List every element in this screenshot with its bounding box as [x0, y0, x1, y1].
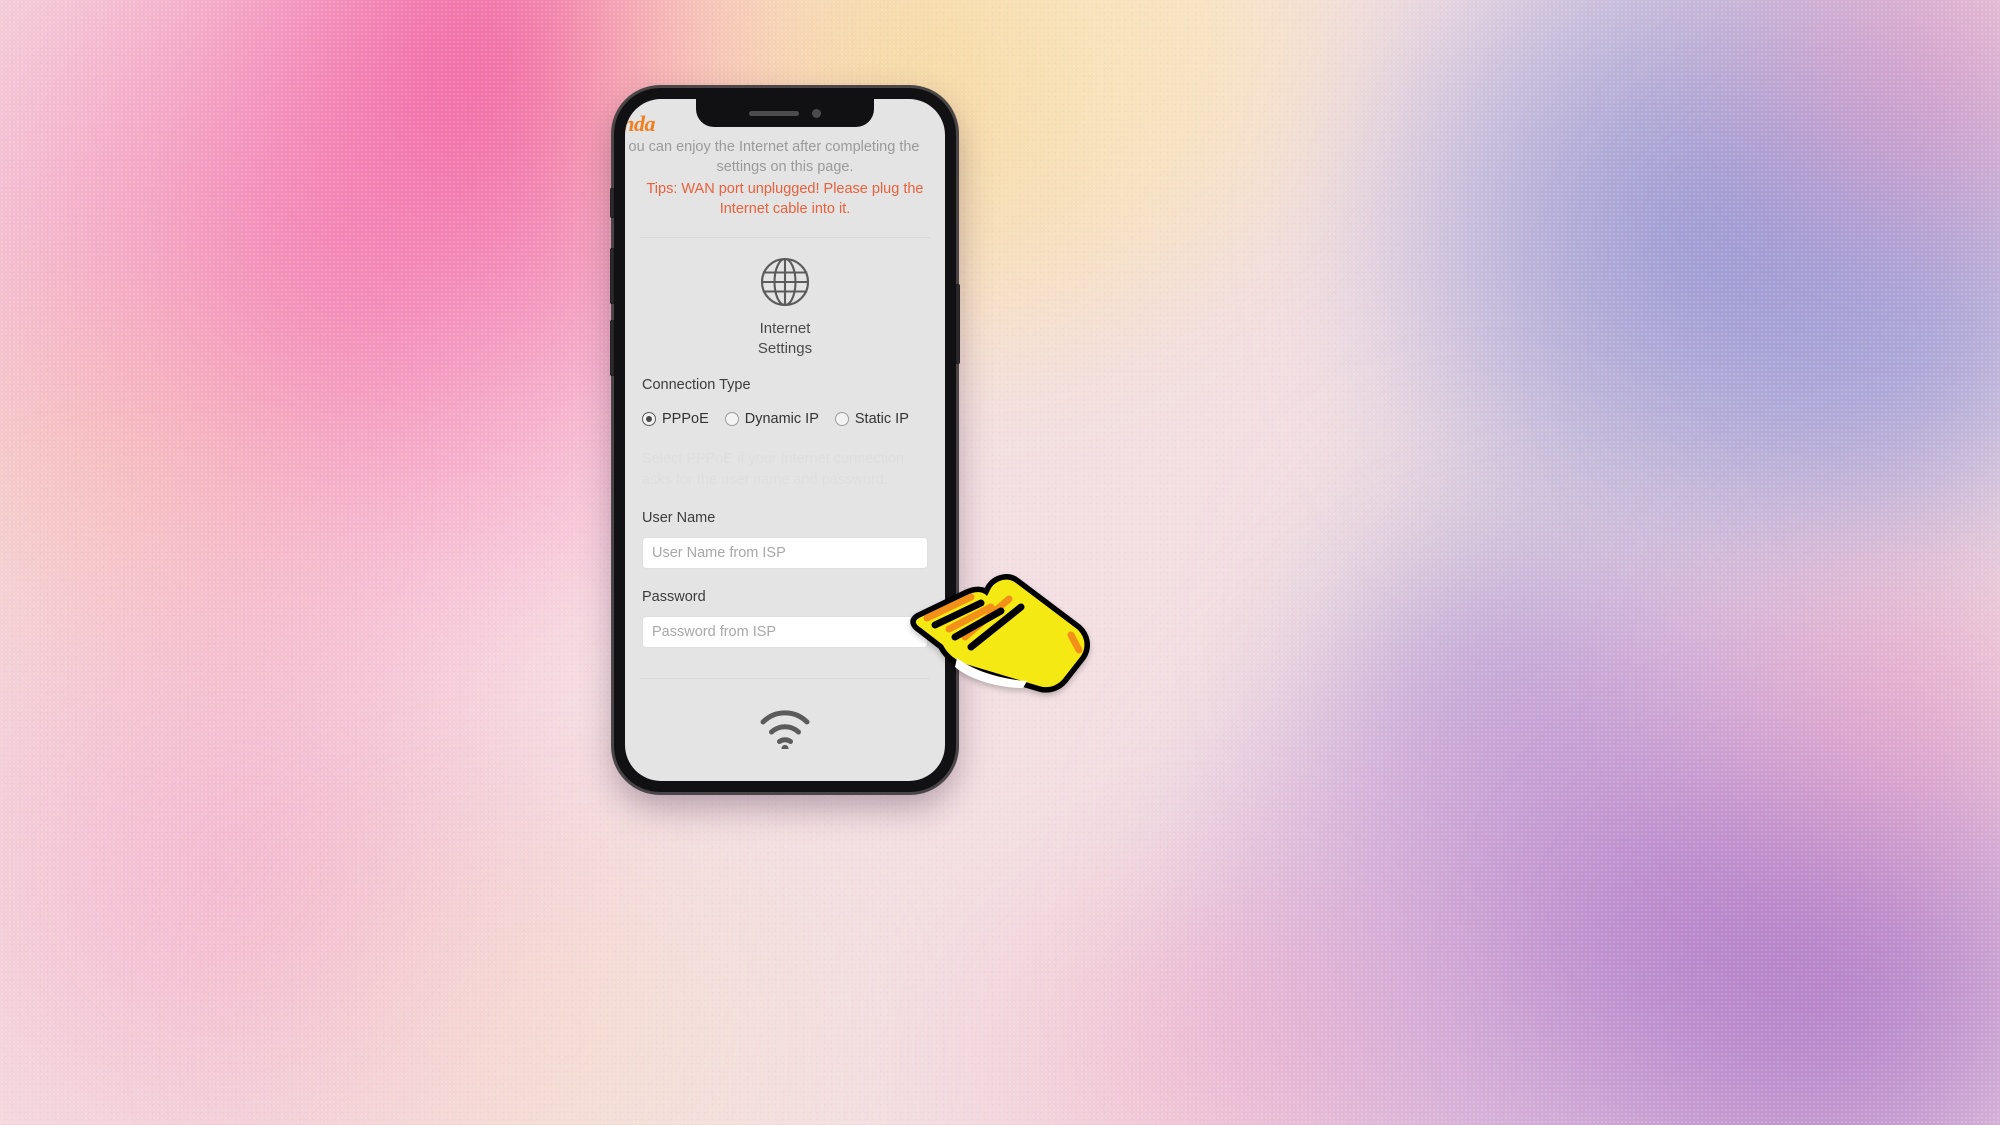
power-button[interactable] — [956, 284, 960, 364]
radio-pppoe-icon[interactable] — [642, 412, 656, 426]
silent-switch-button[interactable] — [610, 188, 614, 218]
connection-type-radio-group[interactable]: PPPoE Dynamic IP Static IP — [642, 411, 928, 427]
intro-line-1: ou can enjoy the Internet after completi… — [628, 139, 920, 155]
username-field-block: User Name — [642, 508, 928, 569]
internet-settings-header: Internet Settings — [625, 238, 945, 359]
radio-static-ip-label: Static IP — [854, 411, 909, 427]
username-label: User Name — [642, 510, 716, 526]
intro-text: ou can enjoy the Internet after completi… — [625, 137, 945, 177]
section-divider-bottom — [640, 678, 930, 679]
volume-up-button[interactable] — [610, 248, 614, 304]
radio-pppoe-label: PPPoE — [662, 411, 709, 427]
section-title: Internet Settings — [625, 319, 945, 359]
phone-notch — [696, 99, 874, 127]
password-label: Password — [642, 589, 706, 605]
pointing-hand-cursor — [910, 574, 1090, 693]
section-title-line-2: Settings — [757, 340, 813, 357]
radio-static-ip-icon[interactable] — [834, 412, 849, 426]
password-field-block: Password — [642, 587, 928, 648]
radio-option-pppoe[interactable]: PPPoE — [642, 411, 709, 427]
radio-dynamic-ip-label: Dynamic IP — [744, 411, 819, 427]
radio-option-static-ip[interactable]: Static IP — [834, 411, 909, 427]
volume-down-button[interactable] — [610, 320, 614, 376]
radio-dynamic-ip-icon[interactable] — [724, 412, 739, 426]
radio-option-dynamic-ip[interactable]: Dynamic IP — [724, 411, 819, 427]
username-input[interactable] — [642, 537, 928, 569]
earpiece-speaker-icon — [749, 110, 799, 116]
wifi-icon — [760, 710, 810, 749]
connection-type-label: Connection Type — [642, 377, 751, 393]
wifi-settings-header — [625, 705, 945, 749]
phone-screen: enda ou can enjoy the Internet after com… — [625, 99, 945, 781]
connection-type-hint: Select PPPoE if your Internet connection… — [642, 451, 904, 488]
wifi-dot — [781, 744, 789, 749]
section-title-line-1: Internet — [759, 320, 811, 337]
internet-settings-form: Connection Type PPPoE Dynamic IP Static … — [625, 359, 945, 648]
cursor-hand-fill — [915, 579, 1085, 688]
front-camera-icon — [812, 108, 821, 118]
wan-unplugged-warning: Tips: WAN port unplugged! Please plug th… — [646, 181, 924, 217]
tenda-logo: enda — [625, 111, 656, 136]
router-setup-page: enda ou can enjoy the Internet after com… — [625, 99, 945, 781]
password-input[interactable] — [642, 616, 928, 648]
globe-icon — [760, 257, 810, 307]
intro-line-2: settings on this page. — [716, 159, 854, 175]
